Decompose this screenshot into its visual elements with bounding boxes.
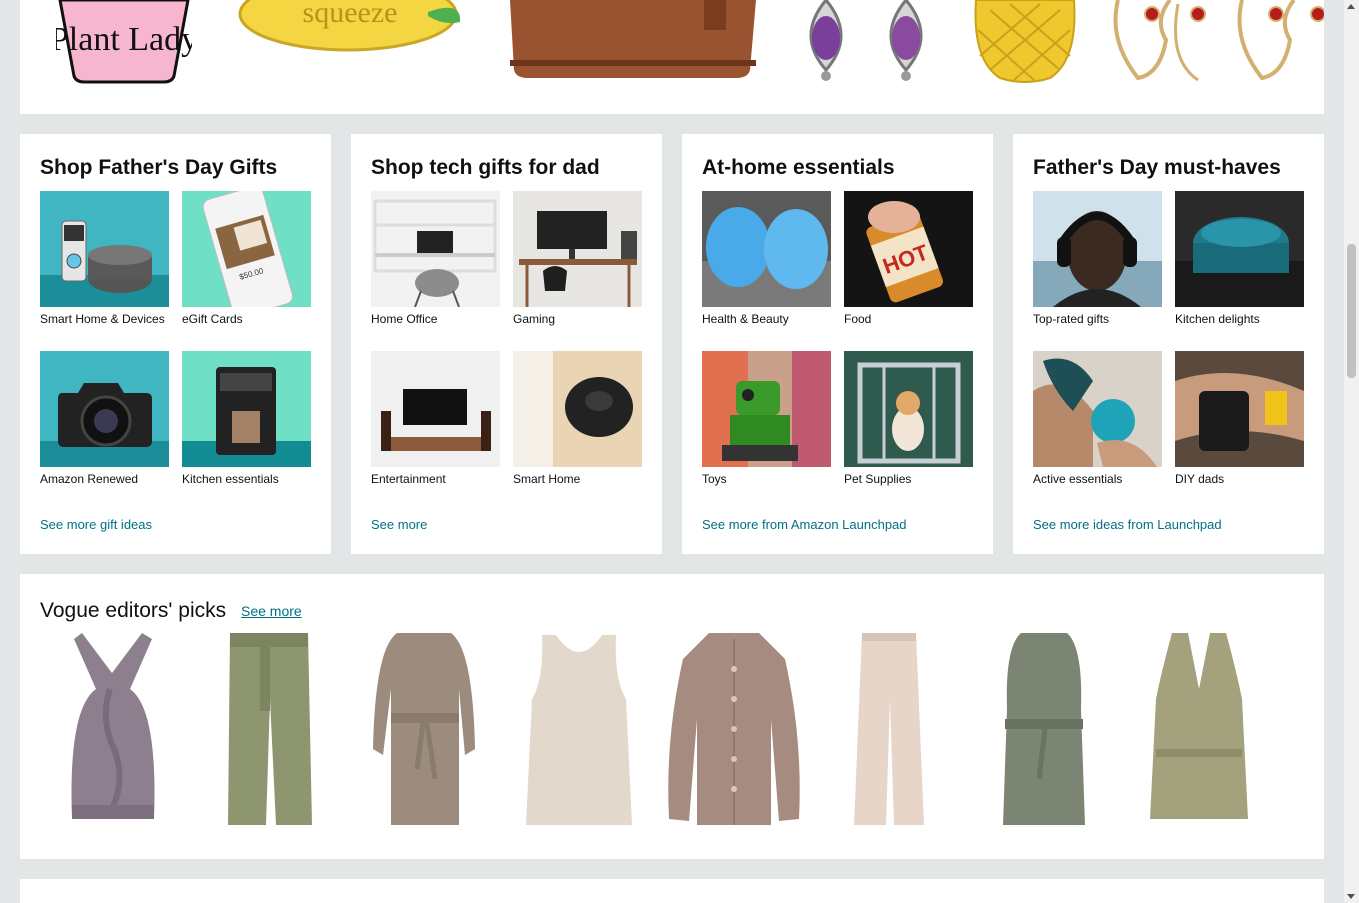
dog-crate-image[interactable]	[844, 351, 973, 467]
tile-label: Active essentials	[1033, 472, 1123, 486]
tile-pet-supplies[interactable]: Pet Supplies	[844, 351, 973, 487]
see-more-tech-link[interactable]: See more	[371, 517, 427, 532]
tile-label: Pet Supplies	[844, 472, 912, 486]
tile-amazon-renewed[interactable]: Amazon Renewed	[40, 351, 169, 487]
tile-label: Smart Home	[513, 472, 581, 486]
tv-stand-image[interactable]	[371, 351, 500, 467]
headphones-image[interactable]	[1033, 191, 1162, 307]
hot-honey-image[interactable]: HOT	[844, 191, 973, 307]
product-tumbler[interactable]: Plant Lady	[56, 0, 192, 84]
card-fathers-day-gifts: Shop Father's Day Gifts Smart Home & Dev…	[20, 134, 331, 554]
product-pineapple-purse[interactable]	[970, 0, 1080, 84]
product-leather-bag[interactable]	[504, 0, 762, 84]
product-lemon-pin[interactable]: squeeze	[230, 0, 470, 84]
dutch-oven-image[interactable]	[1175, 191, 1304, 307]
next-section-card	[20, 879, 1324, 903]
vogue-item-wide-leg-trousers[interactable]	[816, 629, 962, 829]
tile-label: Food	[844, 312, 872, 326]
see-more-ideas-launchpad-link[interactable]: See more ideas from Launchpad	[1033, 517, 1222, 532]
tile-home-office[interactable]: Home Office	[371, 191, 500, 327]
robot-toy-image[interactable]	[702, 351, 831, 467]
page-scrollbar[interactable]	[1344, 0, 1359, 903]
vogue-editors-picks-carousel: Vogue editors' picks See more	[20, 574, 1324, 859]
smart-home-devices-image[interactable]	[40, 191, 169, 307]
tumbler-text: Plant Lady	[56, 21, 192, 58]
tile-egift-cards[interactable]: $50.00 eGift Cards	[182, 191, 311, 327]
tile-top-rated-gifts[interactable]: Top-rated gifts	[1033, 191, 1162, 327]
vogue-item-knit-wrap-cardigan[interactable]	[351, 629, 497, 829]
robot-vacuum-image[interactable]	[513, 351, 642, 467]
gaming-desk-image[interactable]	[513, 191, 642, 307]
tile-grid: Top-rated gifts Kitchen delights Active …	[1033, 191, 1304, 491]
tile-gaming[interactable]: Gaming	[513, 191, 642, 327]
product-face-earrings[interactable]	[1108, 0, 1324, 84]
tile-diy-dads[interactable]: DIY dads	[1175, 351, 1304, 487]
vogue-see-more-link[interactable]: See more	[241, 603, 302, 619]
tile-grid: Home Office Gaming Entertainment Smart H…	[371, 191, 642, 491]
vogue-item-halter-knit-top[interactable]	[40, 629, 186, 829]
tile-kitchen-essentials[interactable]: Kitchen essentials	[182, 351, 311, 487]
vogue-item-sage-trench[interactable]	[971, 629, 1117, 829]
magnetic-wristband-image[interactable]	[1175, 351, 1304, 467]
face-brush-image[interactable]	[702, 191, 831, 307]
card-title: At-home essentials	[702, 156, 895, 179]
tile-grid: Smart Home & Devices $50.00 eGift Cards	[40, 191, 311, 491]
card-tech-gifts: Shop tech gifts for dad Home Office Gami…	[351, 134, 662, 554]
tile-smart-home[interactable]: Smart Home	[513, 351, 642, 487]
tile-grid: Health & Beauty HOT Food Toys Pet Suppli…	[702, 191, 973, 491]
tile-label: Kitchen essentials	[182, 472, 279, 486]
lemon-pin-text: squeeze	[303, 0, 398, 29]
vogue-item-olive-trousers[interactable]	[196, 629, 342, 829]
tile-label: Kitchen delights	[1175, 312, 1260, 326]
scroll-down-arrow-icon[interactable]	[1347, 894, 1355, 899]
vogue-item-cream-tank[interactable]	[506, 629, 652, 829]
see-more-gift-ideas-link[interactable]: See more gift ideas	[40, 517, 152, 532]
card-title: Father's Day must-haves	[1033, 156, 1281, 179]
product-carousel-strip: Plant Lady squeeze	[20, 0, 1324, 114]
tile-label: Top-rated gifts	[1033, 312, 1110, 326]
see-more-launchpad-link[interactable]: See more from Amazon Launchpad	[702, 517, 907, 532]
card-at-home-essentials: At-home essentials Health & Beauty HOT F…	[682, 134, 993, 554]
carousel-title: Vogue editors' picks	[40, 599, 227, 622]
tile-label: Toys	[702, 472, 727, 486]
vogue-item-satin-blouse[interactable]	[661, 629, 807, 829]
tile-food[interactable]: HOT Food	[844, 191, 973, 327]
scroll-up-arrow-icon[interactable]	[1347, 4, 1355, 9]
tile-smart-home-devices[interactable]: Smart Home & Devices	[40, 191, 169, 327]
tile-label: Entertainment	[371, 472, 446, 486]
camera-image[interactable]	[40, 351, 169, 467]
tile-active-essentials[interactable]: Active essentials	[1033, 351, 1162, 487]
tile-label: eGift Cards	[182, 312, 243, 326]
scrollbar-thumb[interactable]	[1347, 244, 1356, 378]
card-title: Shop tech gifts for dad	[371, 156, 600, 179]
tile-health-beauty[interactable]: Health & Beauty	[702, 191, 831, 327]
card-title: Shop Father's Day Gifts	[40, 156, 278, 179]
page: Plant Lady squeeze Shop Father's Day Gif…	[0, 0, 1344, 903]
tile-toys[interactable]: Toys	[702, 351, 831, 487]
tile-kitchen-delights[interactable]: Kitchen delights	[1175, 191, 1304, 327]
card-fathers-day-must-haves: Father's Day must-haves Top-rated gifts	[1013, 134, 1324, 554]
tile-label: Health & Beauty	[702, 312, 789, 326]
massage-ball-image[interactable]	[1033, 351, 1162, 467]
home-office-image[interactable]	[371, 191, 500, 307]
tile-label: Home Office	[371, 312, 438, 326]
tile-label: DIY dads	[1175, 472, 1225, 486]
tile-label: Smart Home & Devices	[40, 312, 165, 326]
tile-label: Gaming	[513, 312, 556, 326]
tile-label: Amazon Renewed	[40, 472, 139, 486]
vogue-item-olive-vest[interactable]	[1126, 629, 1272, 829]
coffee-maker-image[interactable]	[182, 351, 311, 467]
product-amethyst-earrings[interactable]	[790, 0, 946, 84]
tile-entertainment[interactable]: Entertainment	[371, 351, 500, 487]
egift-card-image[interactable]: $50.00	[182, 191, 311, 307]
